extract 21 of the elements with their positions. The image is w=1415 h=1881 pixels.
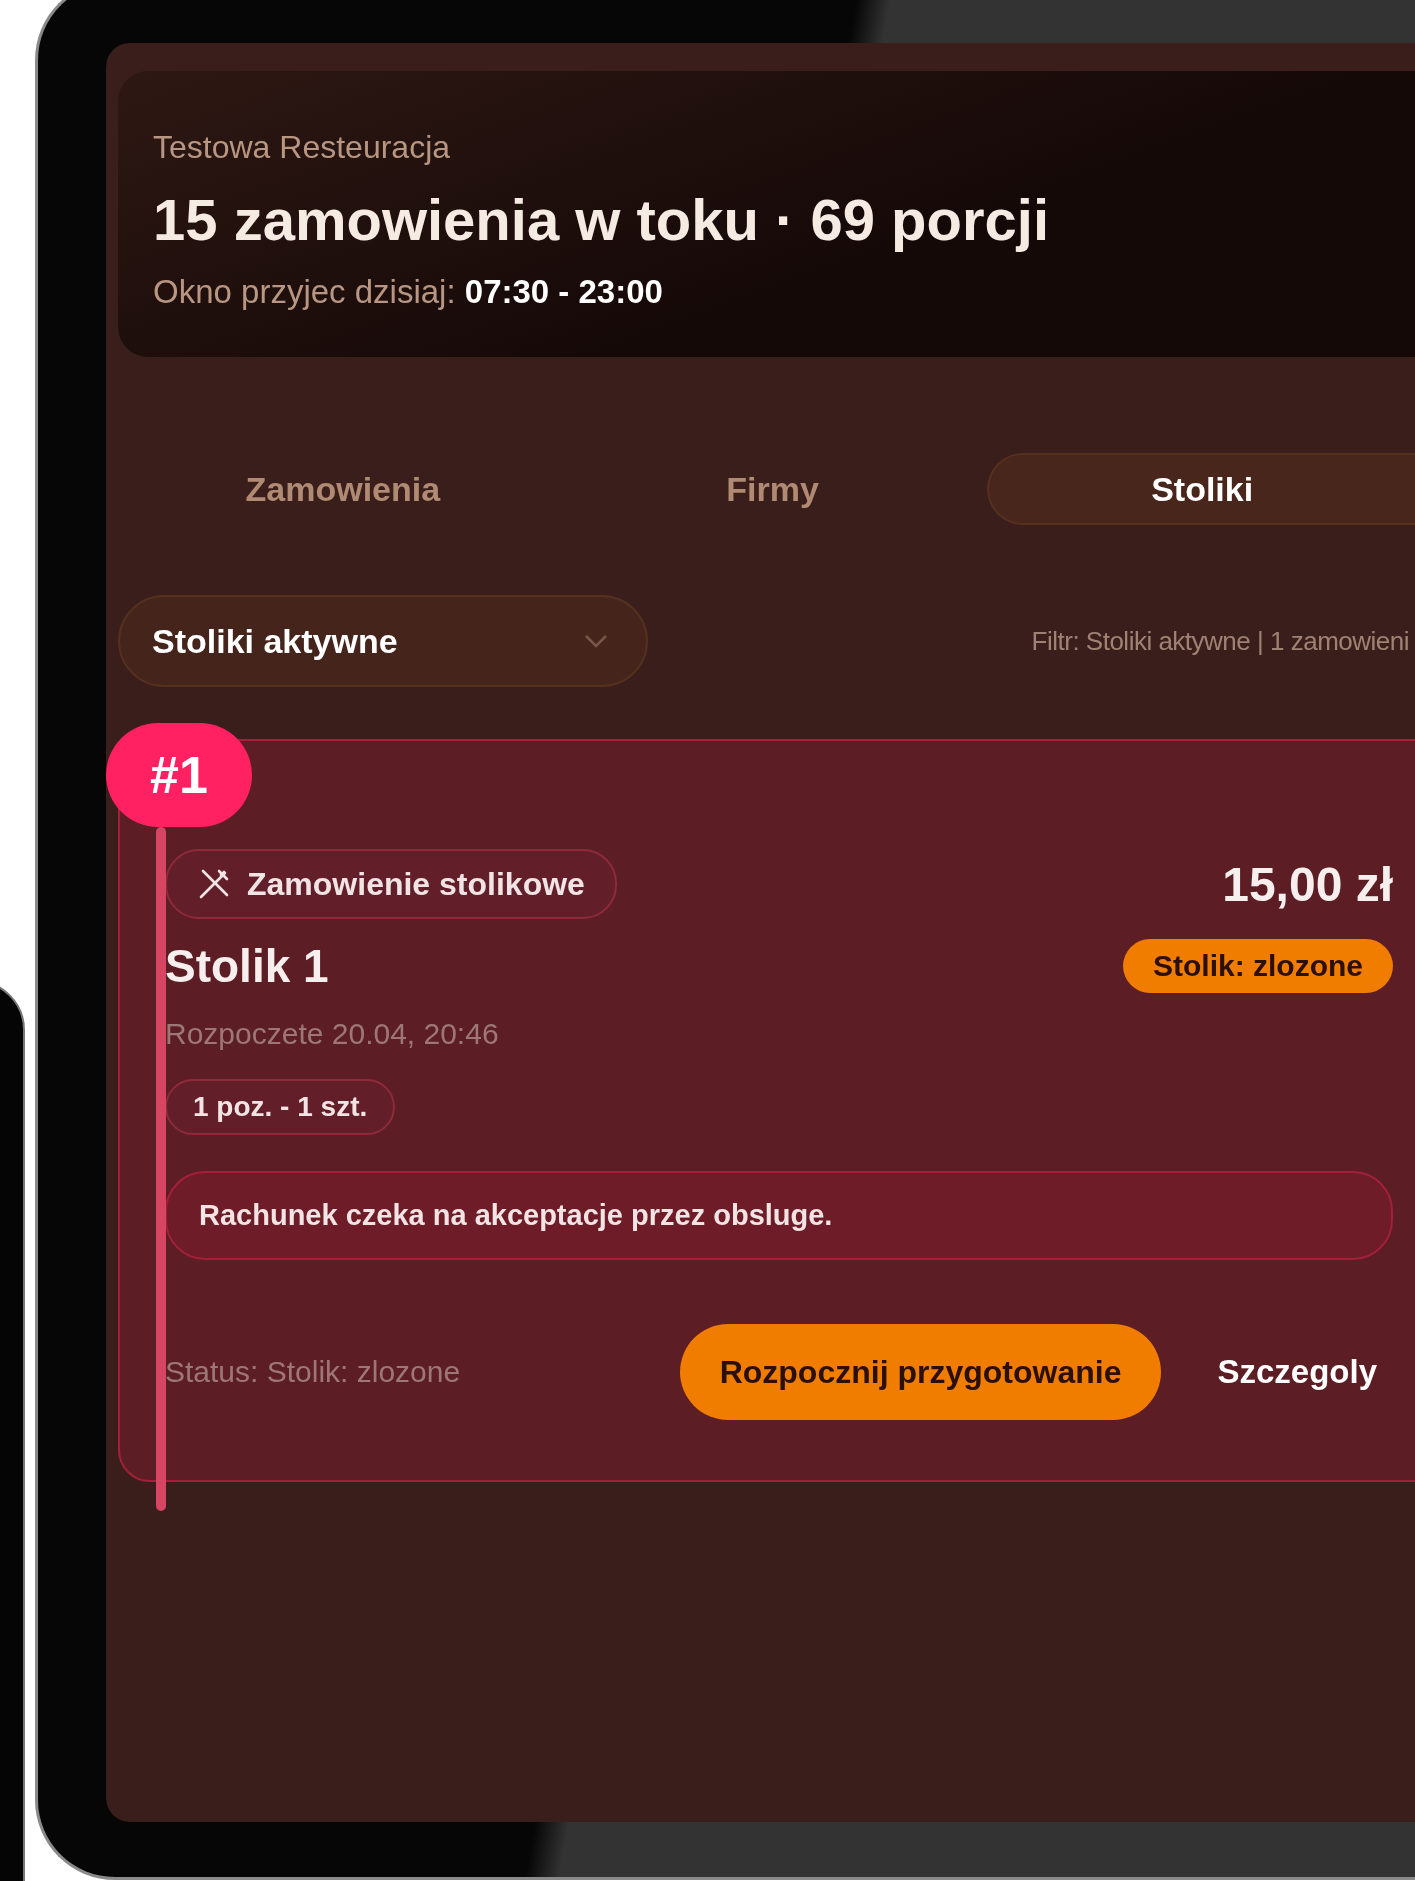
start-preparation-button[interactable]: Rozpocznij przygotowanie xyxy=(679,1324,1162,1420)
table-title: Stolik 1 xyxy=(165,939,329,993)
status-badge: Stolik: zlozone xyxy=(1123,939,1393,993)
order-type-chip: Zamowienie stolikowe xyxy=(165,849,617,919)
info-message: Rachunek czeka na akceptacje przez obsluge. xyxy=(165,1171,1393,1260)
tab[interactable]: Firmy xyxy=(557,453,988,525)
start-time: Rozpoczete 20.04, 20:46 xyxy=(165,1017,500,1051)
filter-dropdown[interactable]: Stoliki aktywne xyxy=(118,595,648,687)
order-price: 15,00 zł xyxy=(1222,856,1393,912)
crossed-utensils-icon xyxy=(197,867,231,901)
details-button[interactable]: Szczegoly xyxy=(1201,1343,1393,1401)
orders-headline: 15 zamowienia w toku · 69 porcji xyxy=(153,186,1051,253)
status-text: Status: Stolik: zlozone xyxy=(165,1355,462,1389)
filter-summary: Filtr: Stoliki aktywne | 1 zamowieni xyxy=(1031,625,1409,657)
tab[interactable]: Stoliki xyxy=(987,453,1415,525)
tab[interactable]: Zamowienia xyxy=(128,453,558,525)
opening-hours: Okno przyjec dzisiaj: 07:30 - 23:00 xyxy=(153,273,664,311)
order-number: #1 xyxy=(106,723,252,827)
restaurant-name: Testowa Resteuracja xyxy=(153,129,452,166)
chevron-down-icon xyxy=(584,634,608,648)
items-count: 1 poz. - 1 szt. xyxy=(165,1079,396,1135)
